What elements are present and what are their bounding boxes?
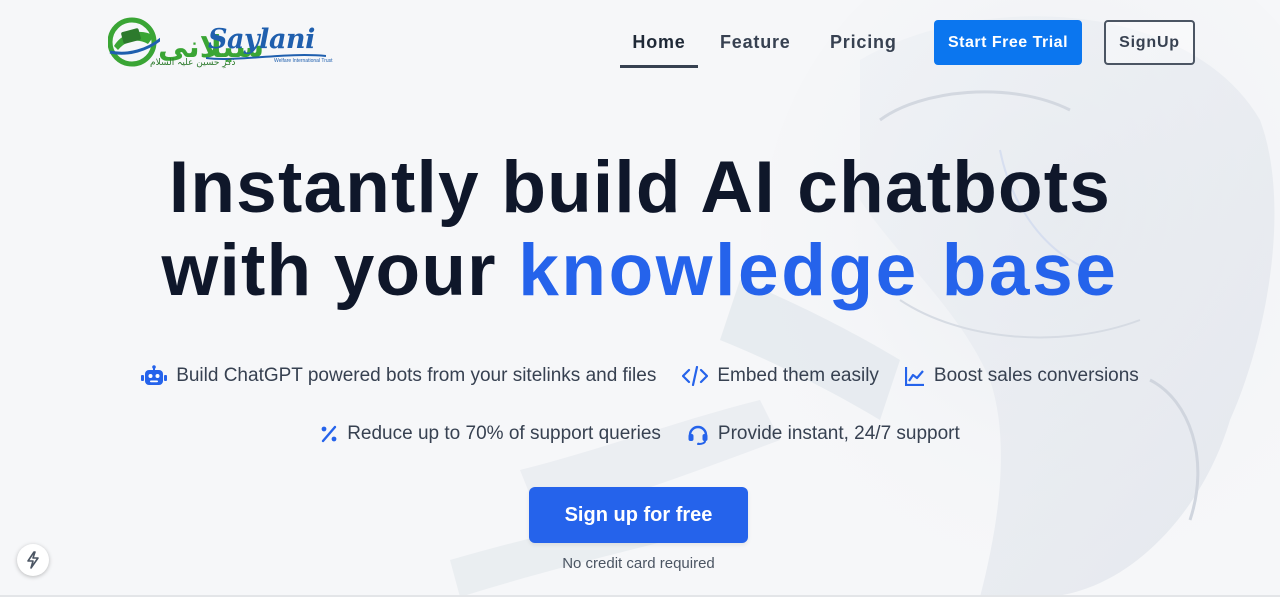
- feature-text: Embed them easily: [717, 365, 879, 386]
- lightning-bolt-icon: [27, 551, 39, 569]
- quick-action-button[interactable]: [17, 544, 49, 576]
- nav-feature-link[interactable]: Feature: [720, 32, 791, 53]
- saylani-logo[interactable]: سیلانی Saylani Welfare International Tru…: [108, 14, 334, 70]
- feature-item: Build ChatGPT powered bots from your sit…: [141, 365, 656, 387]
- hero-heading-accent: knowledge base: [518, 230, 1119, 311]
- logo-latin-text: Saylani: [208, 24, 315, 55]
- no-credit-card-note: No credit card required: [562, 555, 715, 572]
- site-header: سیلانی Saylani Welfare International Tru…: [0, 0, 1280, 84]
- hero-heading: Instantly build AI chatbots with your kn…: [0, 146, 1280, 312]
- sign-up-for-free-button[interactable]: Sign up for free: [529, 487, 748, 543]
- feature-item: Boost sales conversions: [904, 365, 1139, 387]
- logo-urdu-subtitle: ذکرِ حسین علیہ السلام: [150, 58, 236, 68]
- nav-pricing-link[interactable]: Pricing: [830, 32, 897, 53]
- nav-active-underline: [620, 65, 698, 68]
- signup-button[interactable]: SignUp: [1104, 20, 1195, 65]
- code-icon: [682, 366, 709, 386]
- feature-item: Provide instant, 24/7 support: [687, 423, 960, 445]
- logo-tagline: Welfare International Trust: [274, 58, 333, 64]
- robot-icon: [141, 365, 168, 385]
- percent-icon: [321, 425, 337, 443]
- hero-heading-line1: Instantly build AI chatbots: [168, 147, 1112, 228]
- feature-list-row-1: Build ChatGPT powered bots from your sit…: [0, 365, 1280, 387]
- start-free-trial-button[interactable]: Start Free Trial: [934, 20, 1082, 65]
- feature-item: Reduce up to 70% of support queries: [320, 423, 661, 445]
- headset-icon: [688, 425, 708, 445]
- nav-home-link[interactable]: Home: [620, 32, 698, 53]
- chart-line-icon: [904, 367, 924, 386]
- feature-list-row-2: Reduce up to 70% of support queries Prov…: [0, 423, 1280, 445]
- feature-text: Build ChatGPT powered bots from your sit…: [176, 365, 657, 386]
- hero-heading-line2-prefix: with your: [161, 230, 519, 311]
- feature-text: Boost sales conversions: [933, 365, 1139, 386]
- feature-text: Provide instant, 24/7 support: [717, 423, 960, 444]
- feature-item: Embed them easily: [682, 365, 879, 387]
- feature-text: Reduce up to 70% of support queries: [347, 423, 661, 444]
